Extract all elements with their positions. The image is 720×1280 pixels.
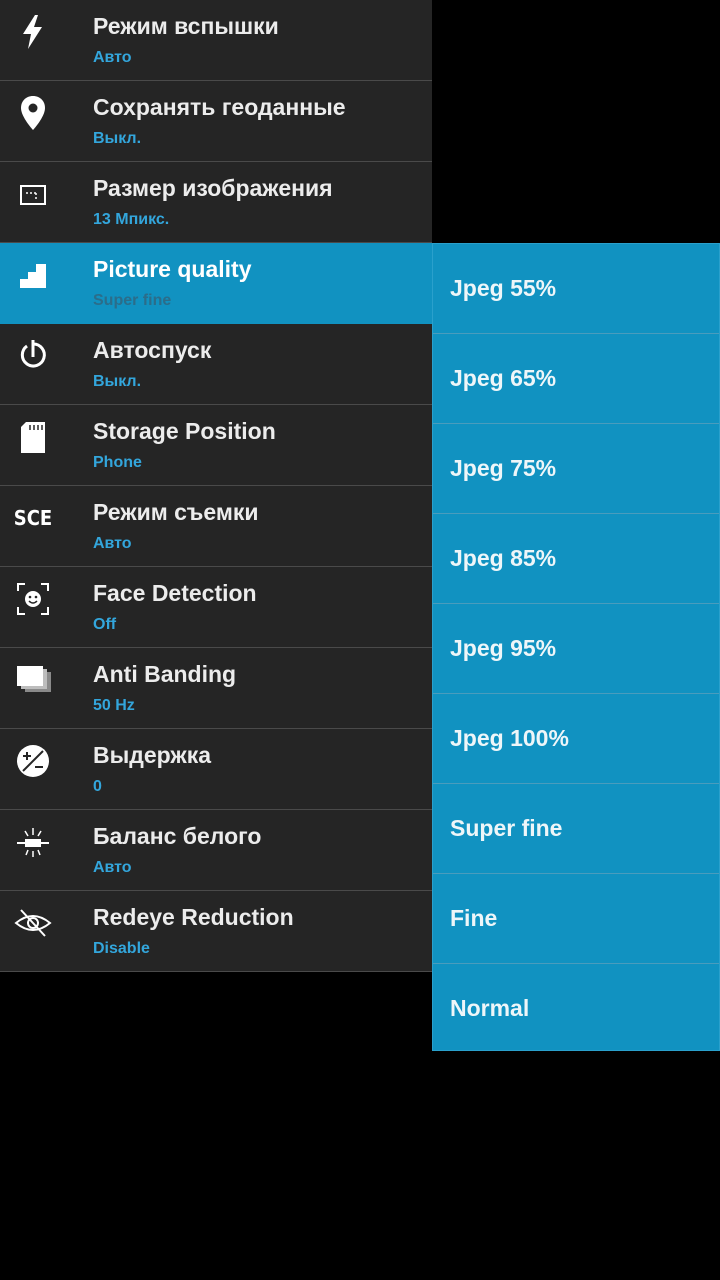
redeye-icon xyxy=(13,903,53,943)
setting-storage-position[interactable]: Storage Position Phone xyxy=(0,405,432,486)
setting-face-detection[interactable]: Face Detection Off xyxy=(0,567,432,648)
setting-title: Режим вспышки xyxy=(93,13,279,39)
option-jpeg-100[interactable]: Jpeg 100% xyxy=(433,694,719,784)
scene-mode-icon: SCE xyxy=(13,506,53,530)
setting-value: Авто xyxy=(93,535,132,552)
setting-title: Face Detection xyxy=(93,580,257,606)
settings-list: Режим вспышки Авто Сохранять геоданные В… xyxy=(0,0,432,972)
setting-value: 0 xyxy=(93,778,102,795)
setting-title: Picture quality xyxy=(93,256,252,282)
setting-title: Автоспуск xyxy=(93,337,212,363)
setting-title: Баланс белого xyxy=(93,823,262,849)
setting-flash-mode[interactable]: Режим вспышки Авто xyxy=(0,0,432,81)
setting-value: Авто xyxy=(93,859,132,876)
setting-white-balance[interactable]: Баланс белого Авто xyxy=(0,810,432,891)
sd-card-icon xyxy=(13,417,53,457)
setting-value: Выкл. xyxy=(93,373,142,390)
picture-quality-options-popup: Jpeg 55% Jpeg 65% Jpeg 75% Jpeg 85% Jpeg… xyxy=(432,243,720,1051)
option-jpeg-95[interactable]: Jpeg 95% xyxy=(433,604,719,694)
setting-title: Redeye Reduction xyxy=(93,904,294,930)
setting-title: Storage Position xyxy=(93,418,276,444)
exposure-icon xyxy=(13,741,53,781)
picture-quality-icon xyxy=(13,255,53,295)
white-balance-icon xyxy=(13,822,53,862)
location-pin-icon xyxy=(13,93,53,133)
setting-title: Выдержка xyxy=(93,742,211,768)
setting-value: 13 Мпикс. xyxy=(93,211,170,228)
setting-save-geodata[interactable]: Сохранять геоданные Выкл. xyxy=(0,81,432,162)
option-jpeg-85[interactable]: Jpeg 85% xyxy=(433,514,719,604)
setting-anti-banding[interactable]: Anti Banding 50 Hz xyxy=(0,648,432,729)
option-jpeg-65[interactable]: Jpeg 65% xyxy=(433,334,719,424)
option-fine[interactable]: Fine xyxy=(433,874,719,964)
setting-image-size[interactable]: Размер изображения 13 Мпикс. xyxy=(0,162,432,243)
camera-settings-screen: Режим вспышки Авто Сохранять геоданные В… xyxy=(0,0,720,1280)
self-timer-icon xyxy=(13,336,53,376)
face-detection-icon xyxy=(13,579,53,619)
setting-value: Super fine xyxy=(93,292,172,309)
setting-title: Режим съемки xyxy=(93,499,259,525)
setting-value: Off xyxy=(93,616,117,633)
setting-scene-mode[interactable]: SCE Режим съемки Авто xyxy=(0,486,432,567)
setting-value: 50 Hz xyxy=(93,697,135,714)
setting-title: Сохранять геоданные xyxy=(93,94,346,120)
option-normal[interactable]: Normal xyxy=(433,964,719,1053)
option-jpeg-55[interactable]: Jpeg 55% xyxy=(433,244,719,334)
image-size-icon xyxy=(13,174,53,214)
anti-banding-icon xyxy=(13,660,53,700)
option-jpeg-75[interactable]: Jpeg 75% xyxy=(433,424,719,514)
setting-self-timer[interactable]: Автоспуск Выкл. xyxy=(0,324,432,405)
setting-title: Anti Banding xyxy=(93,661,237,687)
flash-icon xyxy=(13,12,53,52)
setting-value: Disable xyxy=(93,940,150,957)
setting-value: Авто xyxy=(93,49,132,66)
option-super-fine[interactable]: Super fine xyxy=(433,784,719,874)
setting-picture-quality[interactable]: Picture quality Super fine xyxy=(0,243,432,324)
setting-exposure[interactable]: Выдержка 0 xyxy=(0,729,432,810)
setting-value: Выкл. xyxy=(93,130,142,147)
setting-title: Размер изображения xyxy=(93,175,333,201)
setting-redeye-reduction[interactable]: Redeye Reduction Disable xyxy=(0,891,432,972)
setting-value: Phone xyxy=(93,454,142,471)
